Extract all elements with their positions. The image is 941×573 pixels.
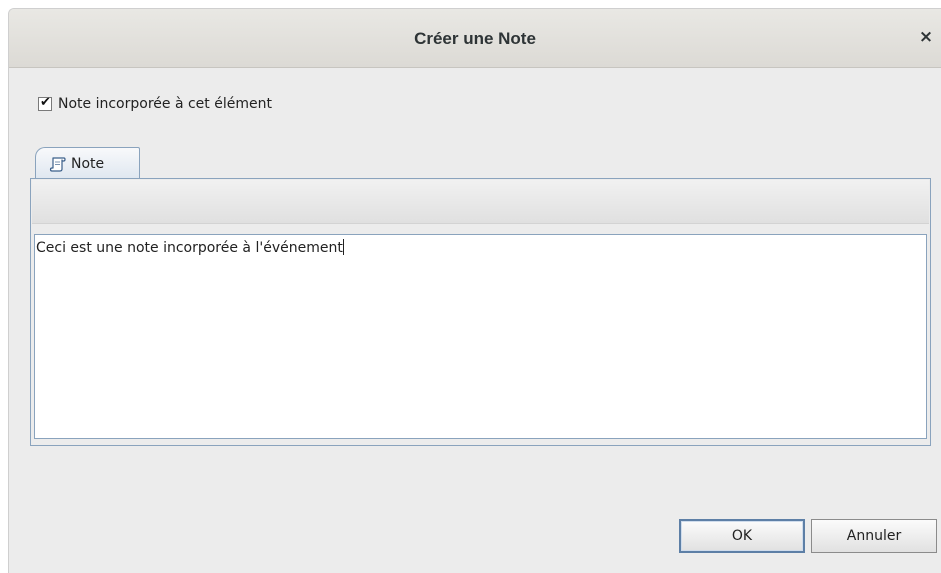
ok-button[interactable]: OK [679, 519, 805, 553]
close-icon[interactable]: × [917, 28, 935, 46]
checkmark-icon: ✔ [40, 95, 51, 110]
tab-note-label: Note [71, 155, 105, 172]
note-scroll-icon [49, 156, 66, 172]
cancel-button[interactable]: Annuler [811, 519, 937, 553]
embedded-note-checkbox[interactable]: ✔ [38, 95, 52, 111]
create-note-dialog: Créer une Note × ✔ Note incorporée à cet… [8, 8, 941, 573]
note-text-area[interactable]: Ceci est une note incorporée à l'événeme… [34, 234, 927, 439]
text-caret [342, 239, 344, 255]
note-panel: Ceci est une note incorporée à l'événeme… [30, 178, 931, 446]
dialog-title: Créer une Note [414, 29, 536, 48]
embedded-note-label[interactable]: Note incorporée à cet élément [58, 96, 272, 112]
title-bar[interactable]: Créer une Note × [9, 9, 941, 68]
note-text: Ceci est une note incorporée à l'événeme… [36, 240, 343, 256]
editor-toolbar [32, 180, 929, 224]
embedded-note-option[interactable]: ✔ Note incorporée à cet élément [38, 95, 272, 113]
tab-note[interactable]: Note [35, 147, 140, 179]
